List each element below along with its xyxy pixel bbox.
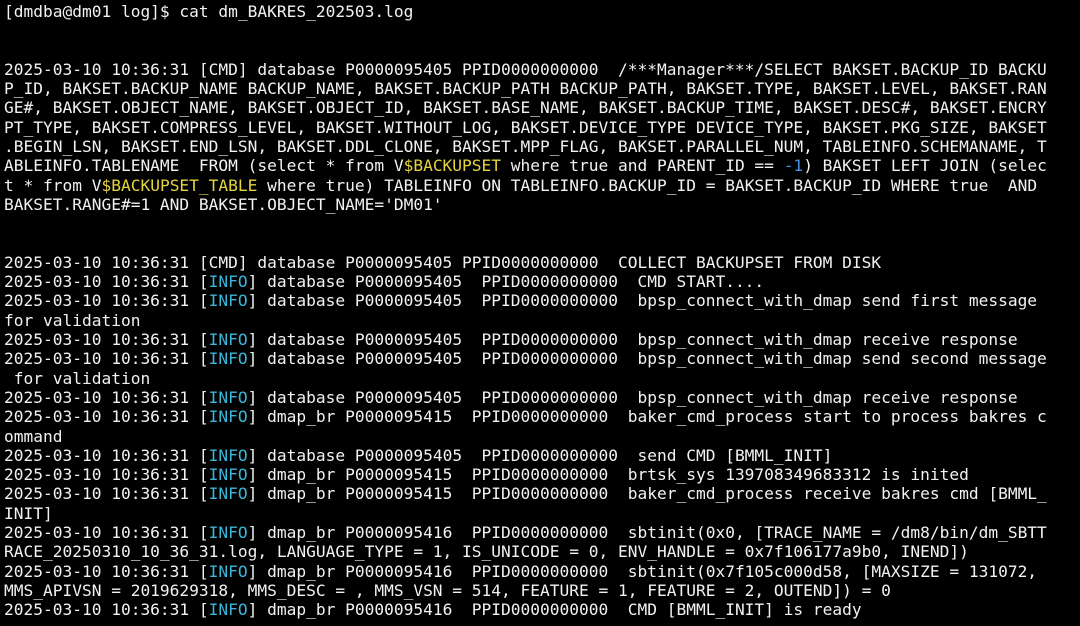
log-line: PT_TYPE, BAKSET.COMPRESS_LEVEL, BAKSET.W…	[0, 118, 1080, 137]
log-text: ] database P0000095405 PPID0000000000 bp…	[247, 291, 1038, 311]
log-text: 2025-03-10 10:36:31 [	[4, 523, 209, 543]
log-line: 2025-03-10 10:36:31 [CMD] database P0000…	[0, 253, 1080, 272]
terminal-window[interactable]: [dmdba@dm01 log]$ cat dm_BAKRES_202503.l…	[0, 0, 1080, 626]
log-text: 2025-03-10 10:36:31 [	[4, 465, 209, 485]
log-text: RACE_20250310_10_36_31.log, LANGUAGE_TYP…	[4, 542, 969, 562]
log-text: 2025-03-10 10:36:31 [	[4, 272, 209, 292]
log-text: ] dmap_br P0000095415 PPID0000000000 brt…	[247, 465, 969, 485]
log-line: 2025-03-10 10:36:31 [INFO] database P000…	[0, 349, 1080, 368]
log-line: 2025-03-10 10:36:31 [INFO] dmap_br P0000…	[0, 407, 1080, 426]
log-line: 2025-03-10 10:36:31 [INFO] dmap_br P0000…	[0, 562, 1080, 581]
log-line: ABLEINFO.TABLENAME FROM (select * from V…	[0, 156, 1080, 175]
log-line: .BEGIN_LSN, BAKSET.END_LSN, BAKSET.DDL_C…	[0, 137, 1080, 156]
log-line: 2025-03-10 10:36:31 [INFO] dmap_br P0000…	[0, 523, 1080, 542]
log-text: where true) TABLEINFO ON TABLEINFO.BACKU…	[257, 175, 1038, 195]
log-text: .BEGIN_LSN, BAKSET.END_LSN, BAKSET.DDL_C…	[4, 137, 1047, 157]
log-line: INIT]	[0, 504, 1080, 523]
log-line: 2025-03-10 10:36:31 [INFO] database P000…	[0, 388, 1080, 407]
log-text: P_ID, BAKSET.BACKUP_NAME BACKUP_NAME, BA…	[4, 79, 1047, 99]
log-line: 2025-03-10 10:36:31 [INFO] database P000…	[0, 446, 1080, 465]
log-text: ommand	[4, 426, 63, 446]
highlighted-token: INFO	[208, 291, 248, 311]
log-text: 2025-03-10 10:36:31 [	[4, 349, 209, 369]
log-line: 2025-03-10 10:36:31 [INFO] dmap_br P0000…	[0, 484, 1080, 503]
log-text: ) BAKSET LEFT JOIN (selec	[803, 156, 1047, 176]
log-line: GE#, BAKSET.OBJECT_NAME, BAKSET.OBJECT_I…	[0, 98, 1080, 117]
log-line: 2025-03-10 10:36:31 [INFO] database P000…	[0, 272, 1080, 291]
log-text: ] database P0000095405 PPID0000000000 bp…	[247, 330, 1018, 350]
log-text: 2025-03-10 10:36:31 [	[4, 407, 209, 427]
log-line: 2025-03-10 10:36:31 [INFO] database P000…	[0, 330, 1080, 349]
highlighted-token: $BACKUPSET	[403, 156, 502, 176]
log-line: for validation	[0, 311, 1080, 330]
highlighted-token: INFO	[208, 407, 248, 427]
shell-prompt-line: [dmdba@dm01 log]$ cat dm_BAKRES_202503.l…	[0, 2, 1080, 21]
log-text: ] database P0000095405 PPID0000000000 se…	[247, 445, 833, 465]
log-text: ] database P0000095405 PPID0000000000 bp…	[247, 387, 1018, 407]
log-text: MMS_APIVSN = 2019629318, MMS_DESC = , MM…	[4, 580, 891, 600]
log-line: RACE_20250310_10_36_31.log, LANGUAGE_TYP…	[0, 542, 1080, 561]
highlighted-token: INFO	[208, 465, 248, 485]
log-text: 2025-03-10 10:36:31 [	[4, 330, 209, 350]
log-text: 2025-03-10 10:36:31 [	[4, 484, 209, 504]
log-text: ] dmap_br P0000095416 PPID0000000000 CMD…	[247, 600, 862, 620]
terminal-output: [dmdba@dm01 log]$ cat dm_BAKRES_202503.l…	[0, 2, 1080, 620]
log-line: ommand	[0, 427, 1080, 446]
highlighted-token: INFO	[208, 523, 248, 543]
highlighted-token: INFO	[208, 484, 248, 504]
log-text: 2025-03-10 10:36:31 [	[4, 600, 209, 620]
highlighted-token: INFO	[208, 349, 248, 369]
log-text: BAKSET.RANGE#=1 AND BAKSET.OBJECT_NAME='…	[4, 194, 443, 214]
highlighted-token: INFO	[208, 561, 248, 581]
log-line: MMS_APIVSN = 2019629318, MMS_DESC = , MM…	[0, 581, 1080, 600]
highlighted-token: INFO	[208, 600, 248, 620]
log-text: ] database P0000095405 PPID0000000000 CM…	[247, 272, 765, 292]
highlighted-token: -1	[783, 156, 804, 176]
highlighted-token: INFO	[208, 330, 248, 350]
log-line: 2025-03-10 10:36:31 [INFO] database P000…	[0, 291, 1080, 310]
log-line: 2025-03-10 10:36:31 [CMD] database P0000…	[0, 60, 1080, 79]
log-line: 2025-03-10 10:36:31 [INFO] dmap_br P0000…	[0, 600, 1080, 619]
log-text: PT_TYPE, BAKSET.COMPRESS_LEVEL, BAKSET.W…	[4, 117, 1047, 137]
log-line: t * from V$BACKUPSET_TABLE where true) T…	[0, 176, 1080, 195]
log-line: BAKSET.RANGE#=1 AND BAKSET.OBJECT_NAME='…	[0, 195, 1080, 214]
highlighted-token: INFO	[208, 272, 248, 292]
log-text: [dmdba@dm01 log]$ cat dm_BAKRES_202503.l…	[4, 2, 414, 21]
log-text: where true and PARENT_ID ==	[501, 156, 784, 176]
log-text: for validation	[4, 310, 141, 330]
log-text: ] dmap_br P0000095415 PPID0000000000 bak…	[247, 407, 1047, 427]
highlighted-token: $BACKUPSET_TABLE	[101, 175, 258, 195]
log-text: INIT]	[4, 503, 53, 523]
log-text: 2025-03-10 10:36:31 [CMD] database P0000…	[4, 252, 882, 272]
log-text: ABLEINFO.TABLENAME FROM (select * from V	[4, 156, 404, 176]
log-line: 2025-03-10 10:36:31 [INFO] dmap_br P0000…	[0, 465, 1080, 484]
log-text: 2025-03-10 10:36:31 [	[4, 291, 209, 311]
log-text: t * from V	[4, 175, 102, 195]
log-text: 2025-03-10 10:36:31 [	[4, 445, 209, 465]
log-text: ] dmap_br P0000095416 PPID0000000000 sbt…	[247, 561, 1038, 581]
highlighted-token: INFO	[208, 445, 248, 465]
highlighted-token: INFO	[208, 387, 248, 407]
log-text: 2025-03-10 10:36:31 [	[4, 561, 209, 581]
log-text: ] database P0000095405 PPID0000000000 bp…	[247, 349, 1047, 369]
log-text: ] dmap_br P0000095416 PPID0000000000 sbt…	[247, 523, 1047, 543]
log-line: for validation	[0, 369, 1080, 388]
log-text: 2025-03-10 10:36:31 [	[4, 387, 209, 407]
log-text: for validation	[4, 368, 151, 388]
log-line: P_ID, BAKSET.BACKUP_NAME BACKUP_NAME, BA…	[0, 79, 1080, 98]
log-text: GE#, BAKSET.OBJECT_NAME, BAKSET.OBJECT_I…	[4, 98, 1047, 118]
log-text: ] dmap_br P0000095415 PPID0000000000 bak…	[247, 484, 1047, 504]
log-text: 2025-03-10 10:36:31 [CMD] database P0000…	[4, 59, 1047, 79]
